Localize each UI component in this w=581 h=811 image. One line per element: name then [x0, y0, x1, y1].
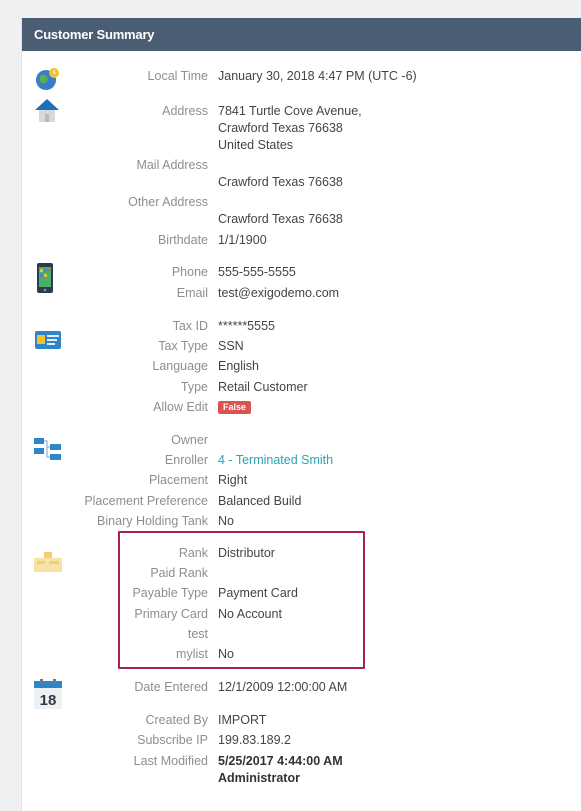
- field-placement-preference: Placement Preference Balanced Build: [22, 492, 562, 510]
- field-primary-card: Primary Card No Account: [22, 605, 562, 623]
- field-email: Email test@exigodemo.com: [22, 284, 562, 302]
- field-type: Type Retail Customer: [22, 378, 562, 396]
- field-value: 5/25/2017 4:44:00 AM: [218, 754, 343, 768]
- field-value: No Account: [218, 607, 282, 621]
- field-rank: Rank Distributor: [22, 544, 562, 562]
- field-label: Type: [180, 380, 208, 394]
- field-label: mylist: [176, 647, 208, 661]
- field-payable-type: Payable Type Payment Card: [22, 584, 562, 602]
- field-mylist: mylist No: [22, 645, 562, 663]
- field-last-modified: Last Modified 5/25/2017 4:44:00 AM: [22, 752, 562, 770]
- status-badge: False: [218, 401, 252, 415]
- field-label: Phone: [171, 265, 208, 279]
- field-label: Other Address: [128, 195, 208, 209]
- field-local-time: Local Time January 30, 2018 4:47 PM (UTC…: [22, 67, 562, 85]
- field-value: IMPORT: [218, 713, 267, 727]
- panel-title: Customer Summary: [22, 18, 581, 51]
- field-value: Crawford Texas 76638: [218, 175, 343, 189]
- field-value: Crawford Texas 76638: [218, 212, 343, 226]
- field-label: Local Time: [147, 69, 208, 83]
- field-other-address-value: Crawford Texas 76638: [22, 210, 562, 228]
- field-label: Rank: [178, 546, 208, 560]
- field-paid-rank: Paid Rank: [22, 564, 562, 582]
- field-language: Language English: [22, 357, 562, 375]
- field-value: January 30, 2018 4:47 PM (UTC -6): [218, 69, 417, 83]
- field-value: Payment Card: [218, 586, 298, 600]
- field-value: Administrator: [218, 771, 300, 785]
- field-label: Enroller: [164, 453, 208, 467]
- field-binary-holding-tank: Binary Holding Tank No: [22, 512, 562, 530]
- field-last-modified-by: Administrator: [22, 769, 562, 787]
- field-allow-edit: Allow Edit False: [22, 398, 562, 416]
- field-value: Distributor: [218, 546, 275, 560]
- field-address-line-2: Crawford Texas 76638: [22, 119, 562, 137]
- field-label: Date Entered: [134, 680, 208, 694]
- field-value: Balanced Build: [218, 494, 302, 508]
- field-mail-address: Mail Address: [22, 156, 562, 174]
- address-line-1: 7841 Turtle Cove Avenue,: [218, 104, 362, 118]
- field-value: 12/1/2009 12:00:00 AM: [218, 680, 348, 694]
- field-label: Birthdate: [157, 233, 208, 247]
- field-label: Primary Card: [134, 607, 208, 621]
- field-label: Placement: [148, 473, 208, 487]
- field-test: test: [22, 625, 562, 643]
- field-value: SSN: [218, 339, 244, 353]
- field-subscribe-ip: Subscribe IP 199.83.189.2: [22, 731, 562, 749]
- field-label: Allow Edit: [153, 400, 208, 414]
- field-label: Language: [152, 359, 208, 373]
- field-mail-address-value: Crawford Texas 76638: [22, 173, 562, 191]
- field-value: ******5555: [218, 319, 275, 333]
- field-label: Tax Type: [158, 339, 208, 353]
- field-label: Last Modified: [133, 754, 208, 768]
- field-label: Email: [176, 286, 208, 300]
- field-birthdate: Birthdate 1/1/1900: [22, 231, 562, 249]
- field-address: Address 7841 Turtle Cove Avenue,: [22, 102, 562, 120]
- address-line-3: United States: [218, 138, 294, 152]
- field-label: Owner: [171, 433, 208, 447]
- field-created-by: Created By IMPORT: [22, 711, 562, 729]
- field-value: [218, 431, 562, 449]
- customer-summary-panel: Customer Summary 18 Local Time January 3…: [21, 18, 581, 811]
- field-value: No: [218, 647, 234, 661]
- field-value: No: [218, 514, 234, 528]
- field-value: Right: [218, 473, 248, 487]
- field-label: Placement Preference: [84, 494, 208, 508]
- field-placement: Placement Right: [22, 471, 562, 489]
- field-value: 199.83.189.2: [218, 733, 291, 747]
- field-tax-id: Tax ID ******5555: [22, 317, 562, 335]
- field-enroller: Enroller 4 - Terminated Smith: [22, 451, 562, 469]
- address-line-2: Crawford Texas 76638: [218, 121, 343, 135]
- field-value: test@exigodemo.com: [218, 286, 340, 300]
- field-value: [218, 625, 562, 643]
- field-label: Payable Type: [132, 586, 208, 600]
- field-label: Tax ID: [172, 319, 208, 333]
- field-label: test: [187, 627, 208, 641]
- field-value: 1/1/1900: [218, 233, 267, 247]
- field-address-line-3: United States: [22, 136, 562, 154]
- field-label: Subscribe IP: [137, 733, 208, 747]
- field-date-entered: Date Entered 12/1/2009 12:00:00 AM: [22, 678, 562, 696]
- field-label: Created By: [145, 713, 208, 727]
- field-label: Address: [162, 104, 208, 118]
- field-owner: Owner: [22, 431, 562, 449]
- field-value: English: [218, 359, 259, 373]
- field-value: [218, 564, 562, 582]
- field-label: Binary Holding Tank: [97, 514, 208, 528]
- field-label: Mail Address: [136, 158, 208, 172]
- field-tax-type: Tax Type SSN: [22, 337, 562, 355]
- field-other-address: Other Address: [22, 193, 562, 211]
- field-value: Retail Customer: [218, 380, 308, 394]
- field-label: Paid Rank: [150, 566, 208, 580]
- field-phone: Phone 555-555-5555: [22, 263, 562, 281]
- field-value: 555-555-5555: [218, 265, 296, 279]
- enroller-link[interactable]: 4 - Terminated Smith: [218, 451, 562, 469]
